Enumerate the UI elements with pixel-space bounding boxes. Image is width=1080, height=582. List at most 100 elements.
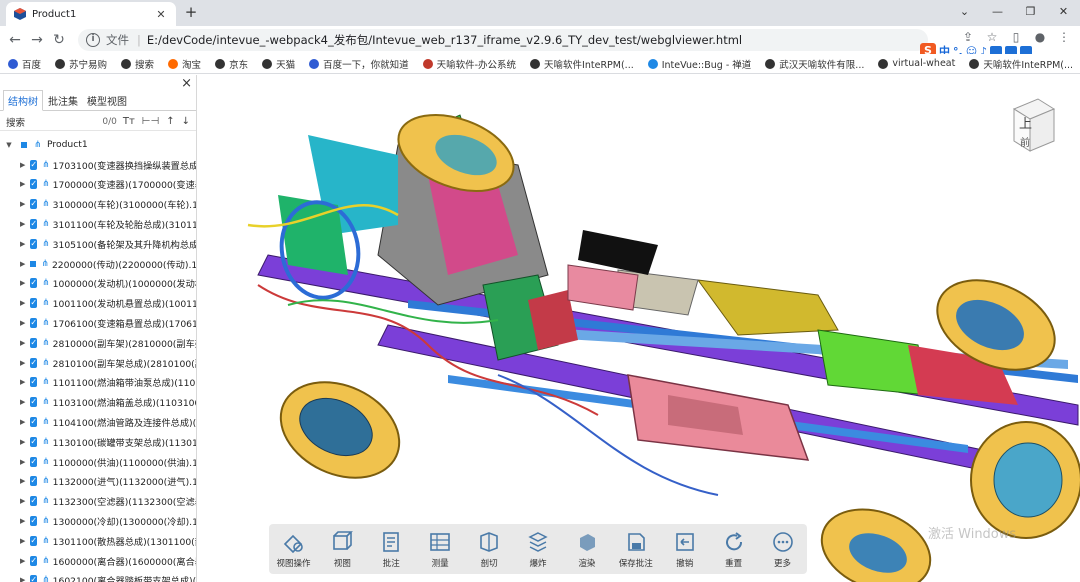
toolbar-button-more[interactable]: 更多 [759,530,807,569]
expand-arrow-icon[interactable]: ▶ [20,517,25,525]
bookmark-item[interactable]: 百度一下，你就知道 [309,57,409,71]
expand-arrow-icon[interactable]: ▶ [20,576,25,582]
tree-node[interactable]: ▶ ✓ ⋔1130100(碳罐带支架总成)(1130100( [0,432,196,452]
toolbar-button-reset[interactable]: 重置 [710,530,758,569]
checkbox-checked-icon[interactable]: ✓ [30,496,38,507]
checkbox-checked-icon[interactable]: ✓ [30,397,38,408]
whole-word-icon[interactable]: ⊢⊣ [142,116,159,127]
tree-node[interactable]: ▶ ✓ ⋔1000000(发动机)(1000000(发动机).1 [0,274,196,294]
expand-arrow-icon[interactable]: ▶ [20,161,25,169]
tree-root[interactable]: ▼ ⋔ Product1 [0,135,196,155]
tree-node[interactable]: ▶ ✓ ⋔1001100(发动机悬置总成)(1001100( [0,293,196,313]
toolbar-button-explode[interactable]: 爆炸 [514,530,562,569]
expand-arrow-icon[interactable]: ▶ [20,240,25,248]
checkbox-checked-icon[interactable]: ✓ [30,238,38,249]
expand-arrow-icon[interactable]: ▶ [20,220,25,228]
tree-node[interactable]: ▶ ✓ ⋔1103100(燃油箱盖总成)(1103100(燃 [0,392,196,412]
expand-arrow-icon[interactable]: ▶ [20,359,25,367]
expand-arrow-icon[interactable]: ▼ [4,141,14,149]
restore-button[interactable]: ❐ [1014,0,1047,26]
checkbox-checked-icon[interactable]: ✓ [30,575,38,582]
forward-icon[interactable]: → [26,32,48,48]
expand-arrow-icon[interactable]: ▶ [20,260,25,268]
bookmark-item[interactable]: 百度 [8,57,41,71]
checkbox-checked-icon[interactable]: ✓ [30,159,38,170]
checkbox-checked-icon[interactable]: ✓ [30,535,38,546]
checkbox-checked-icon[interactable]: ✓ [30,377,38,388]
toolbar-button-render[interactable]: 渲染 [563,530,611,569]
expand-arrow-icon[interactable]: ▶ [20,319,25,327]
browser-tab[interactable]: Product1 ✕ [6,2,176,26]
checkbox-checked-icon[interactable]: ✓ [30,318,38,329]
checkbox-checked-icon[interactable]: ✓ [30,436,38,447]
bookmark-item[interactable]: 京东 [215,57,248,71]
bookmark-item[interactable]: 天猫 [262,57,295,71]
view-cube[interactable]: 上 前 [1010,97,1056,153]
tree-node[interactable]: ▶ ✓ ⋔ 1101100(燃油箱带油泵总成)(110110 [0,373,196,393]
checkbox-checked-icon[interactable]: ✓ [30,476,38,487]
tree-node[interactable]: ▶ ✓ ⋔1703100(变速器换挡操纵装置总成(17 [0,155,196,175]
checkbox-checked-icon[interactable]: ✓ [30,456,38,467]
tree-node[interactable]: ▶ ✓ ⋔1104100(燃油管路及连接件总成)(110 [0,412,196,432]
tree-node[interactable]: ▶ ✓ ⋔ 3105100(备轮架及其升降机构总成)(3 [0,234,196,254]
checkbox-checked-icon[interactable]: ✓ [30,278,38,289]
tree-node[interactable]: ▶ ✓ ⋔1132300(空滤器)(1132300(空滤器).1) [0,491,196,511]
panel-close-icon[interactable]: × [181,76,192,91]
expand-arrow-icon[interactable]: ▶ [20,200,25,208]
toolbar-button-section[interactable]: 剖切 [465,530,513,569]
expand-arrow-icon[interactable]: ▶ [20,378,25,386]
expand-arrow-icon[interactable]: ▶ [20,418,25,426]
toolbar-button-save-annotation[interactable]: 保存批注 [612,530,660,569]
bookmark-item[interactable]: 淘宝 [168,57,201,71]
checkbox-checked-icon[interactable]: ✓ [30,179,38,190]
tree-node[interactable]: ▶ ✓ ⋔1301100(散热器总成)(1301100(散热 [0,531,196,551]
bookmark-item[interactable]: 天喻软件InteRPM(... [969,57,1073,71]
expand-arrow-icon[interactable]: ▶ [20,438,25,446]
bookmark-item[interactable]: virtual-wheat [878,58,955,69]
toolbar-button-annotation[interactable]: 批注 [367,530,415,569]
tree-node[interactable]: ▶ ✓ ⋔1700000(变速器)(1700000(变速器).1) [0,175,196,195]
checkbox-checked-icon[interactable]: ✓ [30,219,38,230]
tab-model-view[interactable]: 模型视图 [83,91,131,110]
bookmark-item[interactable]: 武汉天喻软件有限... [765,57,864,71]
expand-arrow-icon[interactable]: ▶ [20,180,25,188]
new-tab-button[interactable]: + [182,3,200,21]
bookmark-item[interactable]: 天喻软件-办公系统 [422,57,516,71]
tree-node[interactable]: ▶ ✓ ⋔ 1132000(进气)(1132000(进气).1) [0,472,196,492]
expand-arrow-icon[interactable]: ▶ [20,497,25,505]
tab-annotation-set[interactable]: 批注集 [44,91,82,110]
expand-arrow-icon[interactable]: ▶ [20,299,25,307]
tree-node[interactable]: ▶ ✓ ⋔ 3100000(车轮)(3100000(车轮).1) [0,194,196,214]
bookmark-item[interactable]: 天喻软件InteRPM(... [530,57,634,71]
back-icon[interactable]: ← [4,32,26,48]
bookmark-item[interactable]: 搜索 [121,57,154,71]
expand-arrow-icon[interactable]: ▶ [20,477,25,485]
toolbar-button-measure[interactable]: 测量 [416,530,464,569]
reload-icon[interactable]: ↻ [48,32,70,48]
toolbar-button-undo[interactable]: 撤销 [661,530,709,569]
tab-structure-tree[interactable]: 结构树 [3,90,43,111]
expand-arrow-icon[interactable]: ▶ [20,398,25,406]
tree-node[interactable]: ▶ ✓ ⋔ 1300000(冷却)(1300000(冷却).1) [0,511,196,531]
tree-node[interactable]: ▶ ✓ ⋔ 2810000(副车架)(2810000(副车架). [0,333,196,353]
tree-node[interactable]: ▶ ✓ ⋔2810100(副车架总成)(2810100(副车 [0,353,196,373]
search-next-icon[interactable]: ↓ [182,116,190,127]
expand-arrow-icon[interactable]: ▶ [20,458,25,466]
menu-icon[interactable]: ⋮ [1054,30,1074,44]
expand-arrow-icon[interactable]: ▶ [20,557,25,565]
bookmark-item[interactable]: InteVue::Bug - 禅道 [647,57,751,71]
view-cube-icon[interactable] [1010,97,1056,153]
search-input[interactable]: 搜索 [6,115,102,129]
url-text[interactable]: E:/devCode/intevue_-webpack4_发布包/Intevue… [147,32,742,48]
checkbox-checked-icon[interactable]: ✓ [30,357,38,368]
minimize-button[interactable]: — [981,0,1014,26]
profile-icon[interactable]: ● [1030,30,1050,44]
text-case-icon[interactable]: Tт [123,116,135,127]
partial-check-icon[interactable] [30,259,37,269]
checkbox-checked-icon[interactable]: ✓ [30,298,38,309]
tree-node[interactable]: ▶ ✓ ⋔3101100(车轮及轮胎总成)(3101100( [0,214,196,234]
tree-node[interactable]: ▶ ✓ ⋔ 1100000(供油)(1100000(供油).1) [0,452,196,472]
chassis-3d-model[interactable] [198,75,1080,582]
tree-node[interactable]: ▶ ✓ ⋔1706100(变速箱悬置总成)(1706100( [0,313,196,333]
checkbox-checked-icon[interactable]: ✓ [30,516,38,527]
